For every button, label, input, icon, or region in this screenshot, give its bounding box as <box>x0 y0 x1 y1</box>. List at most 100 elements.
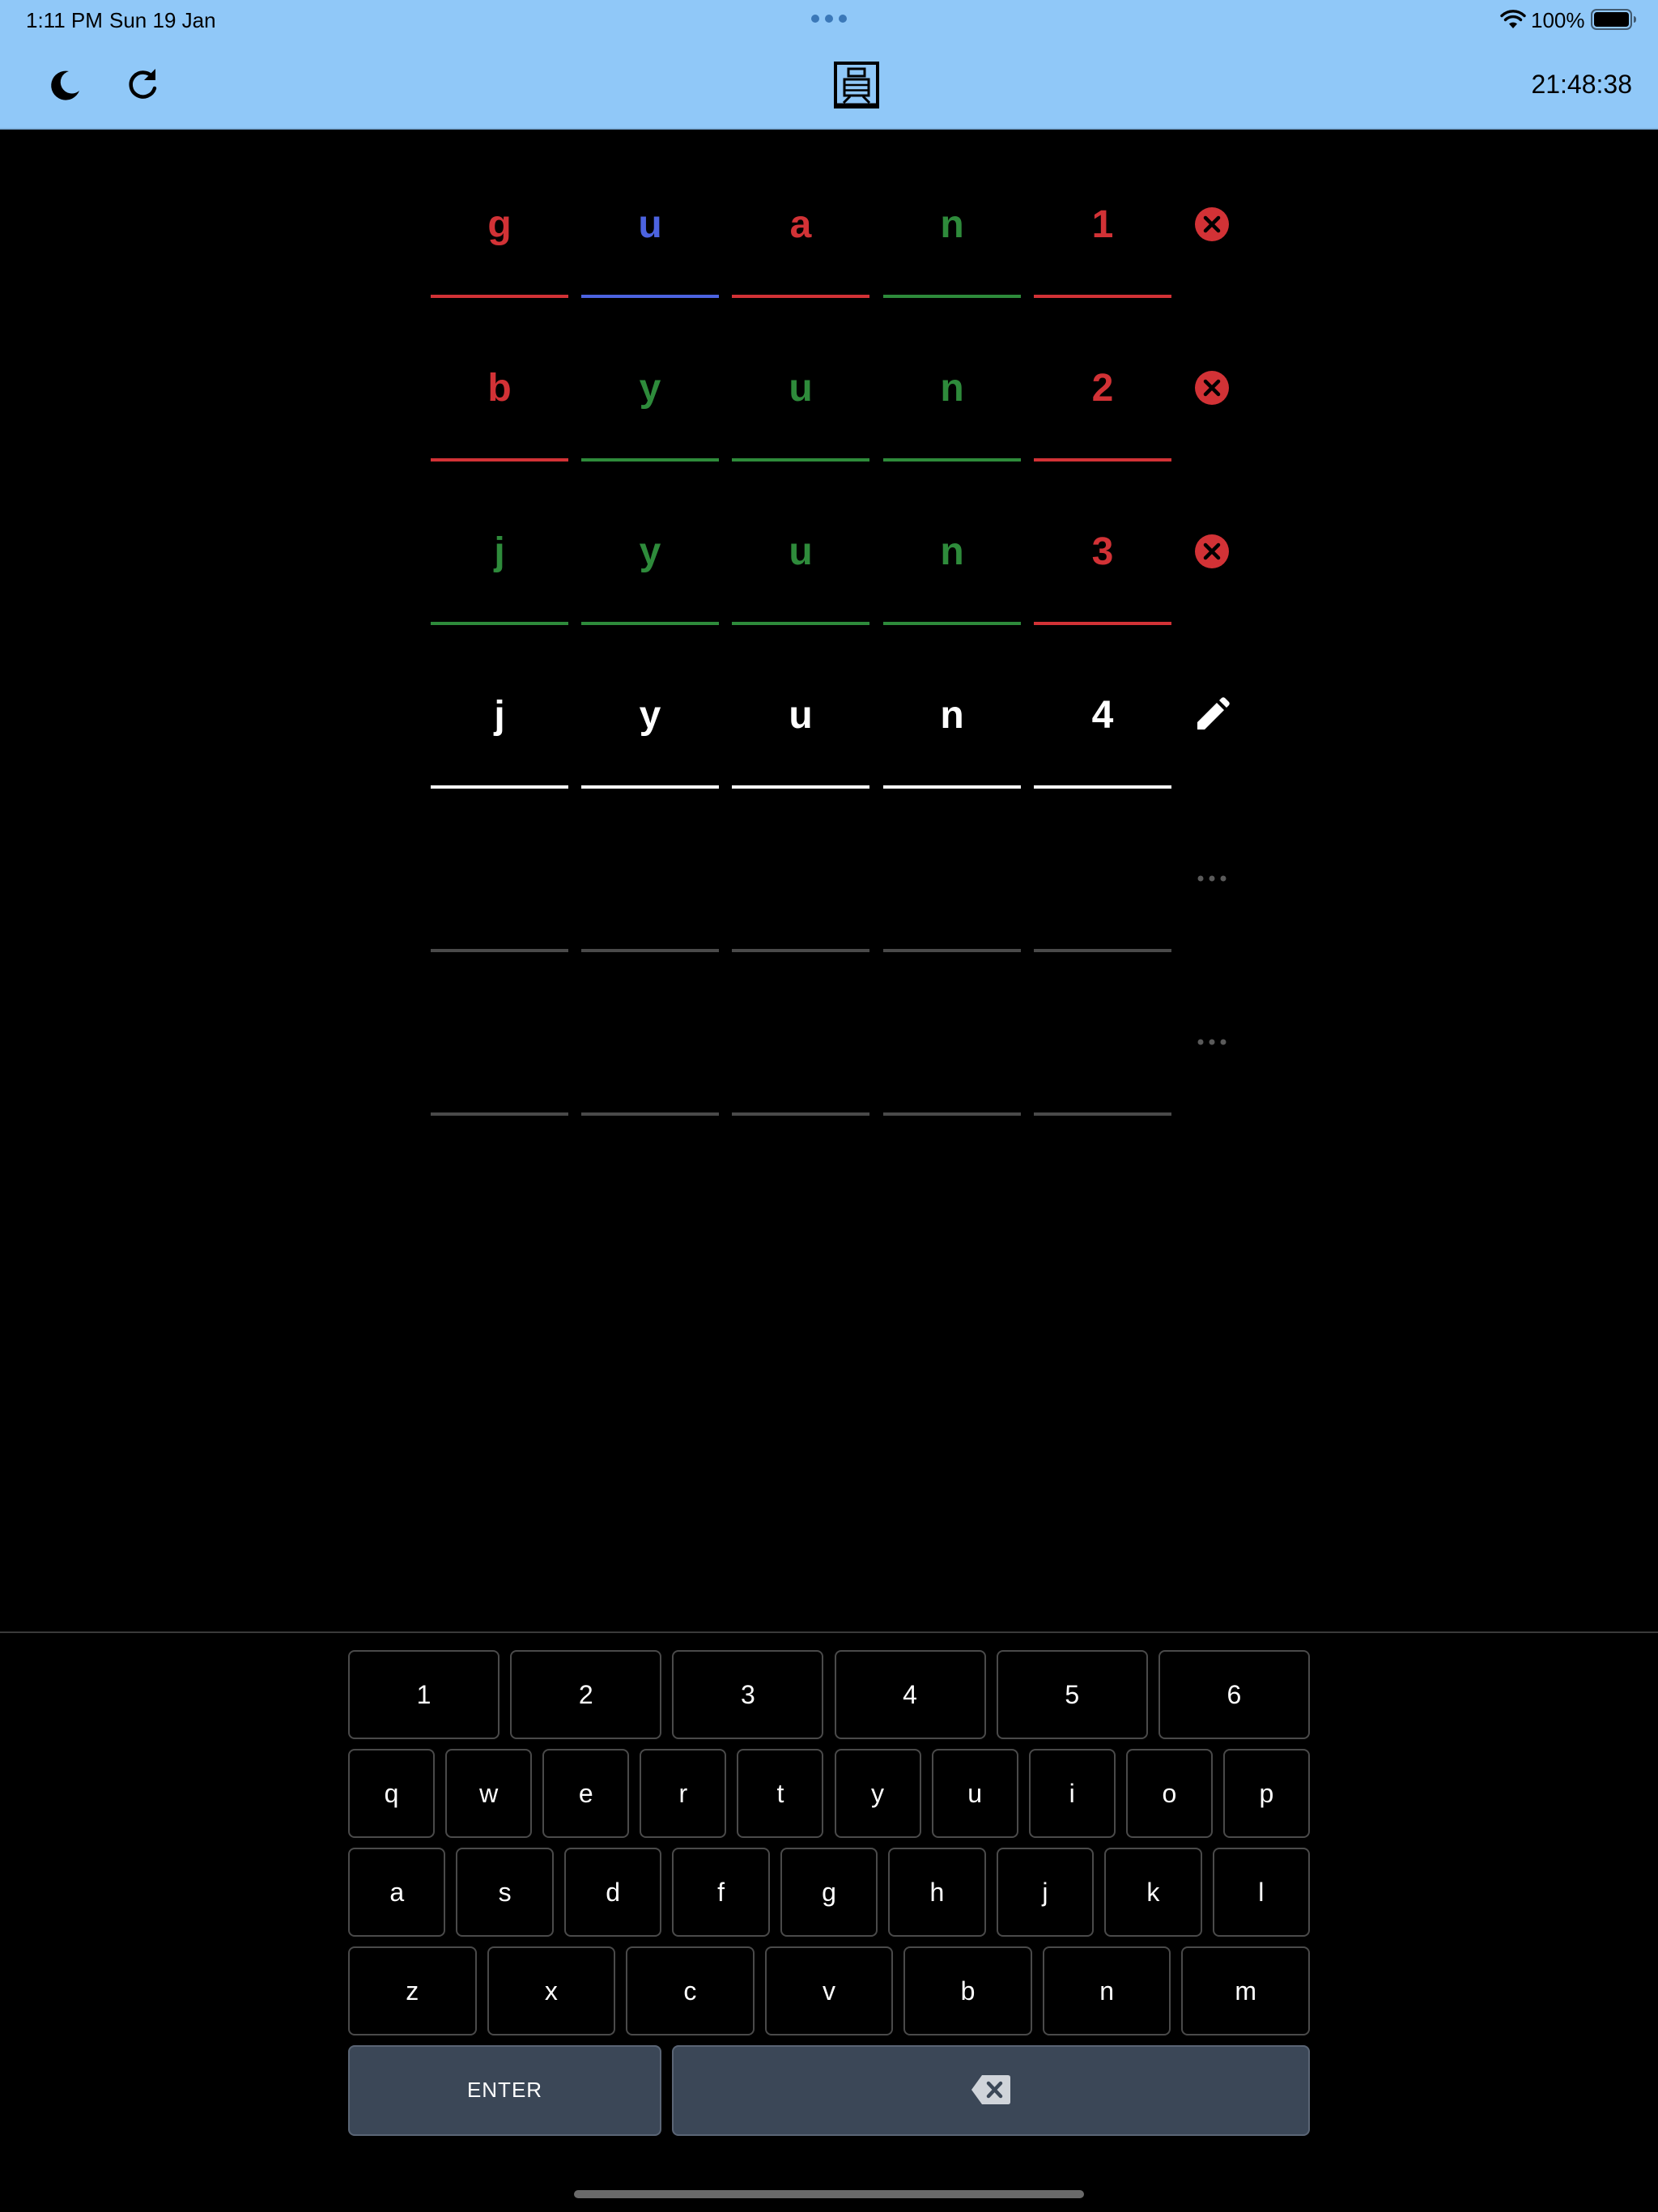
letter-tile: u <box>732 293 869 462</box>
tile-letter: n <box>940 530 964 573</box>
tile-letter: n <box>940 367 964 410</box>
key-f[interactable]: f <box>672 1848 770 1937</box>
tile-underline <box>883 1112 1021 1116</box>
guess-row <box>0 947 1658 1116</box>
guess-row: j y u n 4 <box>0 620 1658 789</box>
key-i[interactable]: i <box>1028 1749 1116 1838</box>
key-t[interactable]: t <box>737 1749 824 1838</box>
key-b[interactable]: b <box>903 1946 1032 2035</box>
key-w[interactable]: w <box>445 1749 533 1838</box>
restart-button[interactable] <box>120 62 165 107</box>
key-1[interactable]: 1 <box>348 1650 500 1739</box>
backspace-key[interactable] <box>672 2045 1310 2136</box>
letter-tile[interactable]: 4 <box>1034 620 1171 789</box>
key-v[interactable]: v <box>764 1946 894 2035</box>
tile-letter: 2 <box>1091 367 1114 410</box>
letter-tile: y <box>581 457 719 625</box>
letter-tile[interactable]: y <box>581 620 719 789</box>
tile-letter: 3 <box>1091 530 1114 573</box>
key-s[interactable]: s <box>456 1848 554 1937</box>
tile-letter: u <box>638 203 662 246</box>
letter-tile: g <box>431 130 568 298</box>
tile-underline <box>431 1112 568 1116</box>
ellipsis-icon <box>1194 1024 1230 1060</box>
letter-tile: n <box>883 293 1021 462</box>
tile-letter: y <box>639 694 661 737</box>
key-x[interactable]: x <box>487 1946 616 2035</box>
key-q[interactable]: q <box>348 1749 436 1838</box>
close-circle-icon <box>1194 206 1230 242</box>
letter-tile[interactable]: n <box>883 620 1021 789</box>
ellipsis-icon <box>1194 861 1230 896</box>
key-5[interactable]: 5 <box>996 1650 1148 1739</box>
tile-letter: b <box>487 367 512 410</box>
letter-tile <box>1034 947 1171 1116</box>
letter-tile <box>883 947 1021 1116</box>
tile-letter: 1 <box>1091 203 1114 246</box>
tile-letter: n <box>940 203 964 246</box>
key-j[interactable]: j <box>996 1848 1095 1937</box>
key-h[interactable]: h <box>888 1848 986 1937</box>
home-indicator[interactable] <box>574 2190 1084 2198</box>
key-2[interactable]: 2 <box>510 1650 662 1739</box>
tile-letter: 4 <box>1091 694 1114 737</box>
key-p[interactable]: p <box>1222 1749 1310 1838</box>
battery-icon <box>1591 9 1636 30</box>
key-u[interactable]: u <box>931 1749 1018 1838</box>
key-e[interactable]: e <box>542 1749 630 1838</box>
key-k[interactable]: k <box>1104 1848 1202 1937</box>
key-c[interactable]: c <box>626 1946 755 2035</box>
letter-tile <box>581 947 719 1116</box>
keyboard-divider <box>0 1631 1658 1633</box>
letter-tile <box>732 784 869 952</box>
letter-tile: 3 <box>1034 457 1171 625</box>
key-6[interactable]: 6 <box>1158 1650 1310 1739</box>
key-g[interactable]: g <box>780 1848 878 1937</box>
letter-tile <box>431 784 568 952</box>
status-time: 1:11 PM <box>26 8 103 32</box>
tile-underline <box>732 1112 869 1116</box>
letter-tile: j <box>431 457 568 625</box>
letter-tile: n <box>883 457 1021 625</box>
close-circle-icon <box>1194 534 1230 569</box>
key-r[interactable]: r <box>640 1749 727 1838</box>
letter-tile <box>732 947 869 1116</box>
letter-tile: n <box>883 130 1021 298</box>
backspace-icon <box>971 2075 1010 2104</box>
theme-toggle-button[interactable] <box>42 62 87 107</box>
key-a[interactable]: a <box>348 1848 446 1937</box>
tile-letter: y <box>639 367 661 410</box>
letter-tile: u <box>732 457 869 625</box>
tile-underline <box>1034 1112 1171 1116</box>
letter-tile: u <box>581 130 719 298</box>
key-m[interactable]: m <box>1181 1946 1310 2035</box>
logo-icon <box>834 62 879 108</box>
key-3[interactable]: 3 <box>672 1650 824 1739</box>
status-date: Sun 19 Jan <box>109 8 216 32</box>
multitasking-dots-icon[interactable] <box>811 15 847 23</box>
game-timer: 21:48:38 <box>1531 70 1632 99</box>
letter-tile: 1 <box>1034 130 1171 298</box>
tile-letter: u <box>789 694 813 737</box>
key-y[interactable]: y <box>834 1749 921 1838</box>
letter-tile: y <box>581 293 719 462</box>
letter-tile: 2 <box>1034 293 1171 462</box>
tile-letter: j <box>494 694 505 737</box>
key-o[interactable]: o <box>1125 1749 1213 1838</box>
guess-row <box>0 784 1658 952</box>
refresh-icon <box>129 69 157 99</box>
guess-row: j y u n 3 <box>0 457 1658 625</box>
letter-tile[interactable]: u <box>732 620 869 789</box>
tile-letter: y <box>639 530 661 573</box>
key-4[interactable]: 4 <box>834 1650 986 1739</box>
letter-tile: b <box>431 293 568 462</box>
tile-letter: n <box>940 694 964 737</box>
key-z[interactable]: z <box>348 1946 477 2035</box>
key-d[interactable]: d <box>563 1848 662 1937</box>
guess-row: b y u n 2 <box>0 293 1658 462</box>
key-n[interactable]: n <box>1042 1946 1171 2035</box>
letter-tile[interactable]: j <box>431 620 568 789</box>
enter-key[interactable]: ENTER <box>348 2045 661 2136</box>
battery-percentage: 100% <box>1531 8 1585 32</box>
key-l[interactable]: l <box>1212 1848 1310 1937</box>
